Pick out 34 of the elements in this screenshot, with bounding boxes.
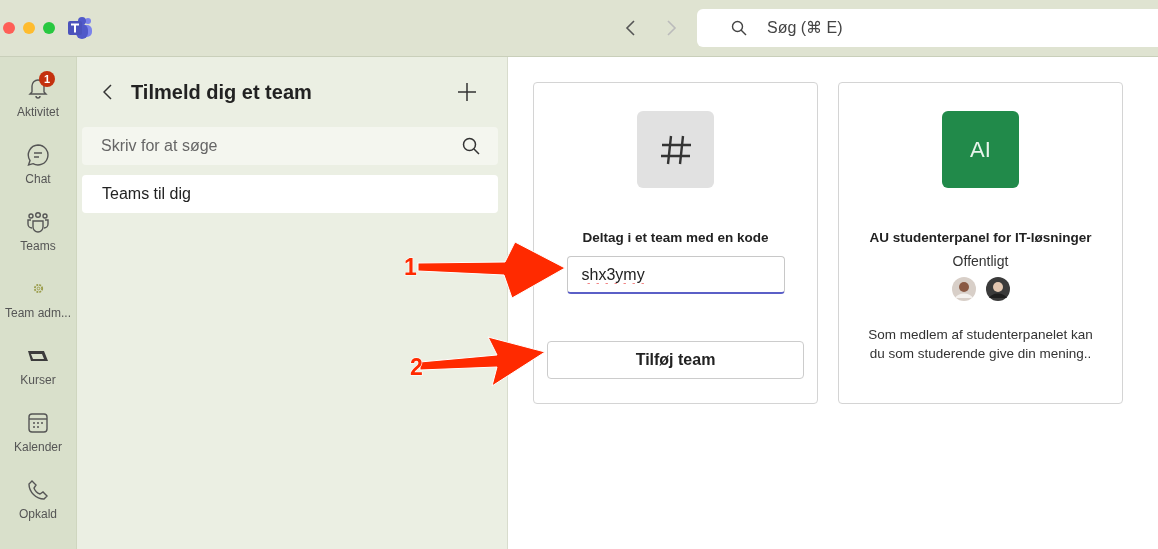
search-icon [462, 137, 480, 155]
visibility-label: Offentligt [952, 253, 1009, 269]
people-icon [26, 209, 50, 234]
back-icon[interactable] [625, 19, 637, 37]
step-number: 2 [410, 354, 423, 380]
card-title: AU studenterpanel for IT-løsninger [869, 230, 1092, 245]
rail-item[interactable]: Teams [0, 197, 76, 264]
rail-item[interactable]: Team adm... [0, 264, 76, 331]
list-item[interactable]: Teams til dig [82, 175, 498, 213]
teams-logo-icon [67, 16, 93, 40]
search-field[interactable]: Søg (⌘ E) [697, 9, 1158, 47]
search-icon [731, 20, 747, 36]
chat-icon [26, 142, 50, 167]
calendar-icon [27, 411, 49, 434]
team-description: Som medlem af studenterpanelet kan du som studerende give din mening.. [867, 326, 1094, 363]
rail-item[interactable]: Chat [0, 130, 76, 197]
notification-badge: 1 [39, 70, 55, 87]
panel-title: Tilmeld dig et team [131, 80, 313, 104]
back-icon[interactable] [103, 84, 113, 100]
rail-item[interactable]: Kalender [0, 398, 76, 465]
code-field[interactable]: shx3ymy [566, 256, 785, 294]
rail-item[interactable]: Opkald [0, 465, 76, 532]
rail-item[interactable]: Kurser [0, 331, 76, 398]
add-team-button[interactable]: Tilføj team [547, 341, 804, 379]
gear-icon [32, 283, 44, 294]
plus-icon[interactable] [458, 83, 476, 101]
rail-item[interactable]: 1 Aktivitet [0, 63, 76, 130]
hash-icon [637, 111, 714, 188]
step-number: 1 [404, 254, 417, 280]
team-avatar: AI [942, 111, 1019, 188]
search-field[interactable]: Skriv for at søge [82, 127, 498, 165]
card-title: Deltag i et team med en kode [582, 230, 769, 245]
phone-icon [27, 478, 49, 501]
bell-icon [27, 76, 49, 99]
